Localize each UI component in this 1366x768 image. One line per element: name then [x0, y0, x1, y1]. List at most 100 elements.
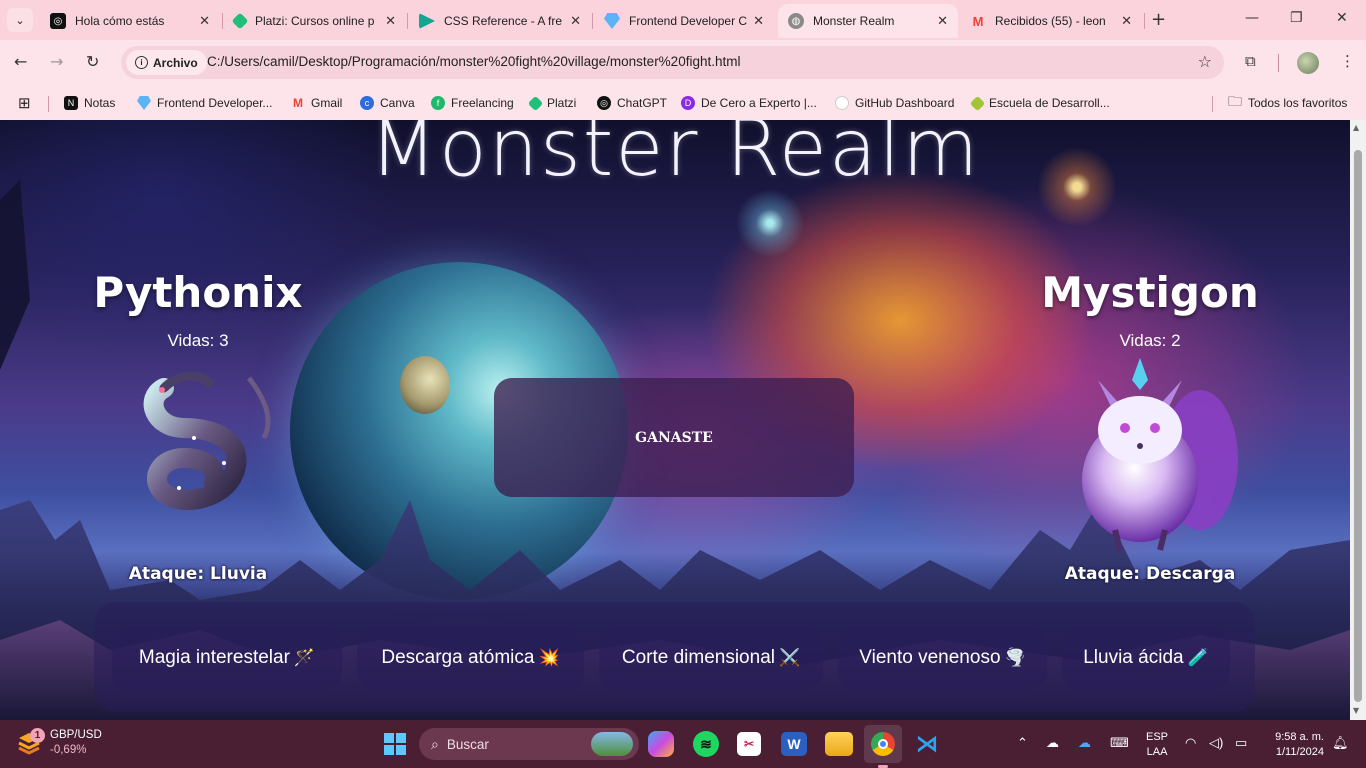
copilot-icon[interactable]	[648, 731, 674, 757]
forward-icon[interactable]: →	[50, 52, 63, 71]
extensions-icon[interactable]: ⧉	[1245, 52, 1256, 70]
tab-css-reference[interactable]: CSS Reference - A fre ✕	[409, 4, 591, 38]
file-explorer-icon[interactable]	[825, 732, 853, 756]
taskbar-search[interactable]: ⌕ Buscar	[419, 728, 639, 760]
search-icon: ⌕	[431, 735, 439, 752]
apps-grid-icon[interactable]: ⊞	[18, 93, 31, 113]
bookmark-escuela-de-desarrollo[interactable]: Escuela de Desarroll...	[969, 93, 1110, 113]
notification-badge: 1	[30, 728, 45, 743]
bookmark-label: De Cero a Experto |...	[701, 96, 817, 110]
notifications-bell-icon[interactable]: 🔔︎	[1332, 735, 1349, 751]
close-icon[interactable]: ✕	[753, 13, 764, 29]
back-icon[interactable]: ←	[14, 52, 27, 71]
attack-button-viento-venenoso[interactable]: Viento venenoso 🌪️	[838, 626, 1047, 690]
bookmark-label: Notas	[84, 96, 116, 110]
spotify-icon[interactable]: ≋	[693, 731, 719, 757]
result-text: GANASTE	[635, 429, 713, 446]
tab-search-button[interactable]: ⌄	[7, 8, 33, 32]
tab-chatgpt[interactable]: ◎ Hola cómo estás ✕	[40, 4, 220, 38]
tab-frontend-developer[interactable]: Frontend Developer C ✕	[594, 4, 774, 38]
bookmark-label: GitHub Dashboard	[855, 96, 955, 110]
tab-gmail[interactable]: M Recibidos (55) - leon ✕	[960, 4, 1142, 38]
bookmark-notas[interactable]: N Notas	[64, 93, 115, 113]
platzi-icon	[527, 95, 544, 111]
close-icon[interactable]: ✕	[199, 13, 210, 29]
restore-icon[interactable]: ❐	[1290, 10, 1303, 26]
bookmark-divider	[1212, 96, 1213, 112]
window-close-icon[interactable]: ✕	[1336, 10, 1348, 26]
tab-monster-realm[interactable]: ◍ Monster Realm ✕	[778, 4, 958, 38]
explosion-icon: 💥	[538, 648, 560, 667]
search-placeholder: Buscar	[446, 736, 489, 752]
bookmark-label: ChatGPT	[617, 96, 668, 110]
currency-change: -0,69%	[50, 744, 87, 756]
bookmark-de-cero-a-experto[interactable]: D De Cero a Experto |...	[681, 93, 817, 113]
bookmark-star-icon[interactable]: ☆	[1198, 52, 1212, 71]
attack-button-descarga-atomica[interactable]: Descarga atómica 💥	[357, 626, 584, 690]
cloud-icon[interactable]: ☁	[1046, 735, 1059, 751]
browser-menu-icon[interactable]: ⋮	[1340, 52, 1355, 70]
attack-button-magia-interestelar[interactable]: Magia interestelar 🪄	[112, 626, 342, 690]
scroll-up-icon[interactable]: ▲	[1353, 123, 1359, 132]
vscode-icon[interactable]: ⋊	[913, 730, 941, 758]
system-clock[interactable]: 9:58 a. m. 1/11/2024	[1262, 730, 1324, 760]
profile-avatar[interactable]	[1297, 52, 1319, 74]
currency-widget[interactable]: 1 GBP/USD -0,69%	[16, 728, 102, 758]
minimize-icon[interactable]: —	[1245, 10, 1259, 26]
bookmark-platzi[interactable]: Platzi	[527, 93, 576, 113]
close-icon[interactable]: ✕	[937, 13, 948, 29]
scrollbar-thumb[interactable]	[1354, 150, 1362, 702]
battery-icon[interactable]: ▭	[1235, 735, 1247, 751]
bookmark-frontend-developer[interactable]: Frontend Developer...	[137, 93, 272, 113]
attack-panel: Magia interestelar 🪄 Descarga atómica 💥 Co…	[94, 602, 1255, 712]
close-icon[interactable]: ✕	[570, 13, 581, 29]
result-message-box: GANASTE	[494, 378, 854, 497]
all-bookmarks-label: Todos los favoritos	[1248, 96, 1348, 110]
bookmark-github-dashboard[interactable]: GitHub Dashboard	[835, 93, 954, 113]
tab-platzi[interactable]: Platzi: Cursos online p ✕	[224, 4, 406, 38]
close-icon[interactable]: ✕	[385, 13, 396, 29]
chrome-icon[interactable]	[864, 725, 902, 768]
wifi-icon[interactable]: ◠	[1185, 735, 1196, 751]
bookmark-chatgpt[interactable]: ◎ ChatGPT	[597, 93, 667, 113]
url-text[interactable]: C:/Users/camil/Desktop/Programación/mons…	[207, 54, 740, 69]
chatgpt-icon: ◎	[597, 96, 611, 110]
tab-title: Platzi: Cursos online p	[255, 14, 375, 28]
keyboard-icon[interactable]: ⌨	[1110, 735, 1129, 751]
site-info-chip[interactable]: i Archivo	[126, 50, 207, 75]
bookmark-label: Gmail	[311, 96, 343, 110]
attack-label: Corte dimensional	[621, 647, 775, 668]
word-icon[interactable]: W	[781, 732, 807, 756]
info-icon: i	[135, 56, 148, 69]
player-card: Pythonix Vidas: 3 Ataque: Lluvia	[68, 268, 328, 584]
address-bar[interactable]: i Archivo C:/Users/camil/Desktop/Program…	[121, 46, 1224, 79]
scroll-down-icon[interactable]: ▼	[1353, 706, 1359, 715]
bookmark-gmail[interactable]: M Gmail	[291, 93, 342, 113]
windows-start-icon[interactable]	[380, 729, 410, 759]
input-language[interactable]: ESP LAA	[1146, 730, 1168, 760]
canva-icon: c	[360, 96, 374, 110]
attack-button-lluvia-acida[interactable]: Lluvia ácida 🧪	[1062, 626, 1230, 690]
reload-icon[interactable]: ↻	[86, 52, 99, 71]
chatgpt-icon: ◎	[50, 13, 66, 29]
new-tab-button[interactable]: +	[1151, 9, 1166, 30]
bookmark-label: Escuela de Desarroll...	[989, 96, 1110, 110]
page-viewport: Monster Realm Pythonix Vidas: 3 Ataque: …	[0, 120, 1350, 720]
show-hidden-icons-chevron-icon[interactable]: ⌃	[1017, 735, 1028, 751]
onedrive-icon[interactable]: ☁	[1078, 735, 1091, 751]
close-icon[interactable]: ✕	[1121, 13, 1132, 29]
github-icon	[835, 96, 849, 110]
attack-button-corte-dimensional[interactable]: Corte dimensional ⚔️	[599, 626, 823, 690]
bookmark-freelancing[interactable]: f Freelancing	[431, 93, 514, 113]
tab-strip: ⌄ ◎ Hola cómo estás ✕ Platzi: Cursos onl…	[0, 0, 1366, 40]
test-tube-icon: 🧪	[1187, 648, 1209, 667]
volume-icon[interactable]: ◁)	[1209, 735, 1223, 751]
all-bookmarks[interactable]: 🗀 Todos los favoritos	[1228, 93, 1347, 113]
snipping-tool-icon[interactable]: ✂	[737, 732, 761, 756]
diamond-icon	[137, 96, 151, 110]
attack-label: Magia interestelar	[138, 647, 290, 668]
page-scrollbar[interactable]: ▲ ▼	[1350, 120, 1366, 720]
bookmark-canva[interactable]: c Canva	[360, 93, 415, 113]
enemy-attack: Ataque: Descarga	[1064, 564, 1236, 584]
enemy-card: Mystigon Vidas: 2 Ataque: Descarga	[1020, 268, 1280, 584]
